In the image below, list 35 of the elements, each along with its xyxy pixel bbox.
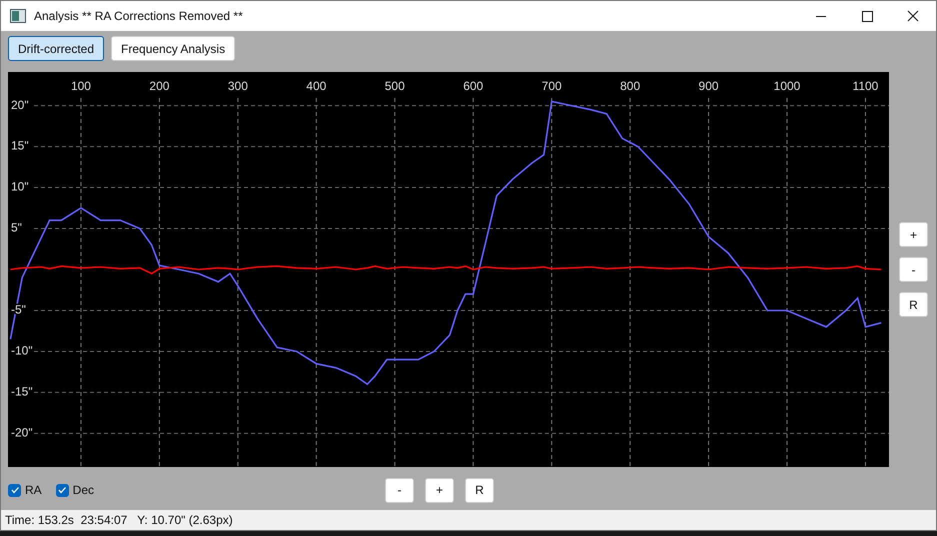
x-axis-label: 700 <box>542 79 562 93</box>
zoom-button[interactable]: + <box>899 222 928 247</box>
app-icon <box>10 9 26 23</box>
x-axis-label: 1100 <box>852 79 878 93</box>
y-axis-label: -20" <box>11 426 33 440</box>
tab[interactable]: Drift-corrected <box>8 36 104 61</box>
zoom-button[interactable]: + <box>425 478 454 502</box>
status-text: Time: 153.2s 23:54:07 Y: 10.70" (2.63px) <box>5 513 233 527</box>
x-axis-label: 600 <box>463 79 484 93</box>
y-axis-label: 5" <box>11 220 22 235</box>
checkmark-icon <box>57 485 68 495</box>
zoom-button[interactable]: R <box>465 478 494 502</box>
y-axis-label: 20" <box>11 98 29 112</box>
x-axis-label: 200 <box>149 79 170 93</box>
x-axis-label: 100 <box>70 79 91 93</box>
zoom-button[interactable]: R <box>899 292 928 317</box>
checkbox[interactable] <box>8 484 21 496</box>
checkbox-label: RA <box>25 483 42 497</box>
x-axis-label: 1000 <box>774 79 800 93</box>
y-axis-label: -15" <box>11 384 33 399</box>
tab[interactable]: Frequency Analysis <box>111 36 236 61</box>
x-axis-label: 900 <box>698 79 719 93</box>
y-axis-label: 10" <box>11 180 29 194</box>
zoom-button[interactable]: - <box>899 257 928 282</box>
checkbox-label: Dec <box>72 483 94 497</box>
x-axis-label: 300 <box>228 79 248 93</box>
y-axis-label: 15" <box>11 138 29 153</box>
checkbox[interactable] <box>56 484 69 496</box>
x-axis-label: 500 <box>384 79 405 93</box>
y-axis-label: -10" <box>11 344 33 358</box>
x-axis-label: 400 <box>306 79 326 93</box>
zoom-button[interactable]: - <box>385 478 414 502</box>
window-title: Analysis ** RA Corrections Removed ** <box>34 9 244 23</box>
checkmark-icon <box>10 485 20 495</box>
x-axis-label: 800 <box>620 79 640 93</box>
